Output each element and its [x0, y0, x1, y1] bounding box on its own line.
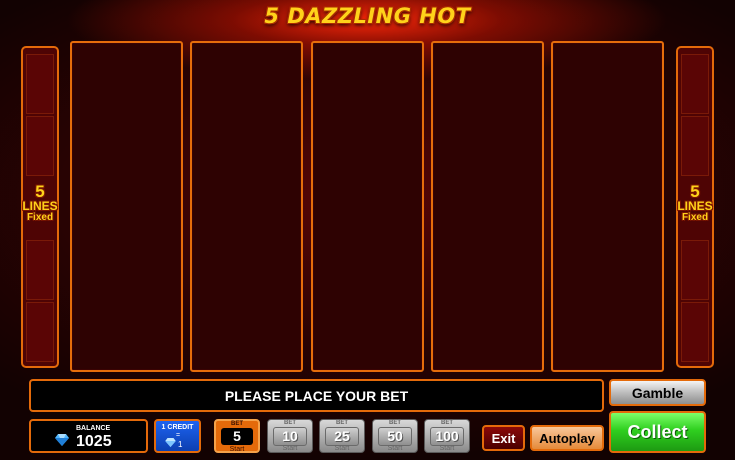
credit-display: 1 CREDIT = 1: [154, 419, 201, 453]
balance-label: BALANCE: [76, 425, 111, 432]
balance-display: BALANCE 1025: [29, 419, 148, 453]
reel-4: [431, 41, 544, 372]
left-lines-panel: 5 LINES Fixed: [21, 46, 59, 368]
line-cell: [681, 240, 709, 300]
bet-start-label: Start: [334, 445, 350, 452]
credit-value: 1: [178, 440, 183, 449]
lines-count: 5: [690, 182, 700, 201]
balance-value: 1025: [76, 433, 112, 450]
bet-value: 25: [325, 427, 359, 446]
credit-equals: =: [176, 432, 181, 439]
bet-start-label: Start: [439, 445, 455, 452]
bet-button-50[interactable]: BET 50 Start: [372, 419, 418, 453]
bet-value: 10: [273, 427, 307, 446]
bet-caption: BET: [336, 420, 348, 426]
game-title: 5 DAZZLING HOT: [264, 4, 471, 28]
bet-button-5[interactable]: BET 5 Start: [214, 419, 260, 453]
bet-button-25[interactable]: BET 25 Start: [319, 419, 365, 453]
lines-count: 5: [35, 182, 45, 201]
bet-start-label: Start: [282, 445, 298, 452]
lines-indicator-left: 5 LINES Fixed: [21, 182, 59, 224]
bet-value: 50: [378, 427, 412, 446]
lines-mode: Fixed: [681, 212, 709, 223]
bet-value: 5: [221, 428, 253, 445]
bet-caption: BET: [284, 420, 296, 426]
line-cell: [26, 116, 54, 176]
diamond-icon: [55, 434, 69, 446]
bet-button-10[interactable]: BET 10 Start: [267, 419, 313, 453]
reel-3: [311, 41, 424, 372]
exit-button[interactable]: Exit: [482, 425, 525, 451]
gamble-button[interactable]: Gamble: [609, 379, 706, 406]
collect-button[interactable]: Collect: [609, 411, 706, 453]
line-cell: [26, 54, 54, 114]
reel-2: [190, 41, 303, 372]
reel-5: [551, 41, 664, 372]
diamond-icon: [165, 438, 176, 447]
bet-caption: BET: [389, 420, 401, 426]
bet-start-label: Start: [387, 445, 403, 452]
lines-mode: Fixed: [26, 212, 54, 223]
bet-caption: BET: [231, 421, 243, 427]
credit-label: 1 CREDIT: [161, 424, 194, 431]
line-cell: [681, 302, 709, 362]
line-cell: [681, 54, 709, 114]
lines-word: LINES: [677, 199, 713, 213]
reel-1: [70, 41, 183, 372]
bet-start-label: Start: [229, 446, 245, 453]
line-cell: [26, 240, 54, 300]
line-cell: [26, 302, 54, 362]
autoplay-button[interactable]: Autoplay: [530, 425, 604, 451]
right-lines-panel: 5 LINES Fixed: [676, 46, 714, 368]
lines-word: LINES: [22, 199, 58, 213]
lines-indicator-right: 5 LINES Fixed: [676, 182, 714, 224]
bet-value: 100: [430, 427, 464, 446]
message-bar: PLEASE PLACE YOUR BET: [29, 379, 604, 412]
bet-caption: BET: [441, 420, 453, 426]
bet-button-100[interactable]: BET 100 Start: [424, 419, 470, 453]
line-cell: [681, 116, 709, 176]
status-message: PLEASE PLACE YOUR BET: [224, 387, 409, 404]
